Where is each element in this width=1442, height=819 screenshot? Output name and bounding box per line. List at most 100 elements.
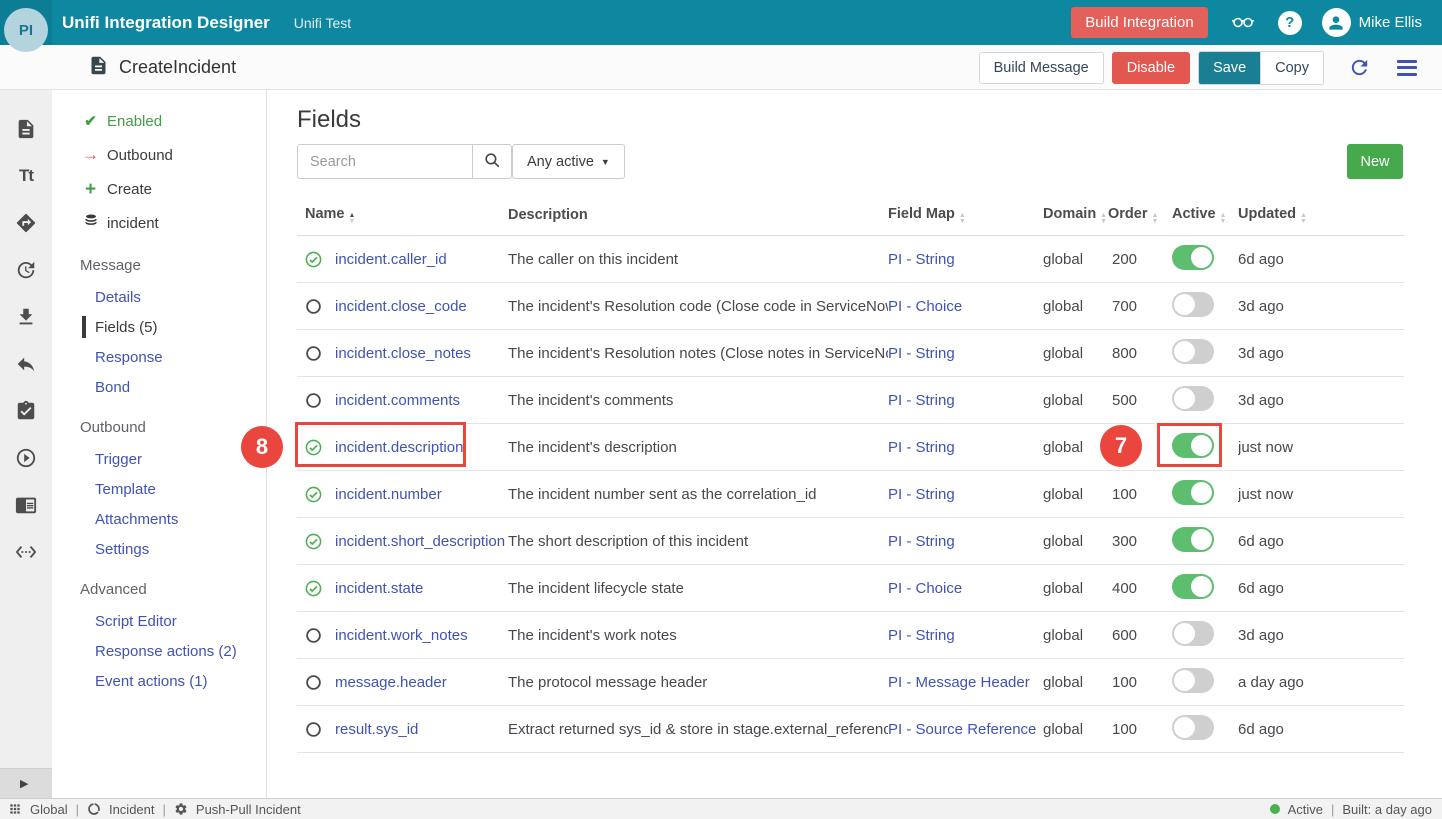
sidebar-item-incident[interactable]: incident — [52, 206, 266, 240]
active-toggle[interactable] — [1172, 245, 1214, 270]
field-description: The short description of this incident — [508, 533, 888, 550]
statusbar-process[interactable]: Incident — [109, 802, 155, 817]
field-domain: global — [1043, 392, 1108, 409]
active-toggle[interactable] — [1172, 386, 1214, 411]
column-header-updated[interactable]: Updated▲▼ — [1238, 206, 1404, 225]
field-name-link[interactable]: result.sys_id — [335, 721, 418, 738]
sidebar-item-response[interactable]: Response — [52, 342, 266, 372]
sidebar-item-details[interactable]: Details — [52, 282, 266, 312]
field-name-link[interactable]: incident.work_notes — [335, 627, 468, 644]
field-map-link[interactable]: PI - String — [888, 345, 955, 362]
sidebar-item-create[interactable]: + Create — [52, 172, 266, 206]
field-name-link[interactable]: incident.description — [335, 439, 463, 456]
sidebar-item-settings[interactable]: Settings — [52, 534, 266, 564]
field-order-value[interactable]: 400 — [1112, 580, 1137, 597]
column-header-field-map[interactable]: Field Map▲▼ — [888, 206, 1043, 225]
reply-icon[interactable] — [15, 353, 37, 375]
field-name-link[interactable]: incident.close_code — [335, 298, 467, 315]
field-name-link[interactable]: incident.caller_id — [335, 251, 447, 268]
active-toggle[interactable] — [1172, 292, 1214, 317]
field-name-link[interactable]: incident.short_description — [335, 533, 505, 550]
field-domain: global — [1043, 674, 1108, 691]
api-code-icon[interactable] — [15, 541, 37, 563]
field-order-value[interactable]: 300 — [1112, 533, 1137, 550]
sidebar-item-bond[interactable]: Bond — [52, 372, 266, 402]
active-toggle[interactable] — [1172, 480, 1214, 505]
field-order-value[interactable]: 500 — [1112, 392, 1137, 409]
preview-glasses-icon[interactable] — [1228, 8, 1258, 37]
field-map-link[interactable]: PI - String — [888, 439, 955, 456]
active-toggle[interactable] — [1172, 715, 1214, 740]
field-name-link[interactable]: incident.close_notes — [335, 345, 471, 362]
menu-icon[interactable] — [1397, 60, 1417, 76]
save-button[interactable]: Save — [1199, 52, 1260, 84]
statusbar-domain[interactable]: Global — [30, 802, 68, 817]
expand-rail-button[interactable]: ▶ — [0, 768, 52, 798]
field-order-value[interactable]: 800 — [1112, 345, 1137, 362]
field-order-value[interactable]: 700 — [1112, 298, 1137, 315]
active-toggle[interactable] — [1172, 621, 1214, 646]
new-field-button[interactable]: New — [1347, 144, 1403, 179]
active-toggle[interactable] — [1172, 574, 1214, 599]
field-order-value[interactable]: 100 — [1112, 721, 1137, 738]
active-toggle[interactable] — [1172, 339, 1214, 364]
field-name-link[interactable]: message.header — [335, 674, 447, 691]
active-toggle[interactable] — [1172, 433, 1214, 458]
tasks-clipboard-icon[interactable] — [15, 400, 37, 422]
sidebar-item-outbound[interactable]: → Outbound — [52, 138, 266, 172]
user-menu[interactable]: Mike Ellis — [1322, 8, 1422, 37]
column-header-description[interactable]: Description — [508, 207, 888, 223]
field-order-value[interactable]: 600 — [1112, 627, 1137, 644]
field-map-link[interactable]: PI - String — [888, 627, 955, 644]
sidebar-item-event-actions[interactable]: Event actions (1) — [52, 666, 266, 696]
column-header-active[interactable]: Active▲▼ — [1172, 206, 1238, 225]
run-play-icon[interactable] — [15, 447, 37, 469]
refresh-button[interactable] — [1348, 56, 1371, 79]
messages-file-icon[interactable] — [15, 118, 37, 140]
sidebar-item-fields[interactable]: Fields (5) — [52, 312, 266, 342]
build-integration-button[interactable]: Build Integration — [1071, 7, 1207, 38]
field-updated: 6d ago — [1238, 580, 1404, 597]
sidebar-item-enabled[interactable]: ✔ Enabled — [52, 104, 266, 138]
process-avatar[interactable]: PI — [4, 8, 48, 52]
field-map-link[interactable]: PI - String — [888, 392, 955, 409]
disable-button[interactable]: Disable — [1112, 52, 1190, 84]
field-map-link[interactable]: PI - Message Header — [888, 674, 1030, 691]
documentation-book-icon[interactable] — [15, 494, 37, 516]
sidebar-item-response-actions[interactable]: Response actions (2) — [52, 636, 266, 666]
build-message-button[interactable]: Build Message — [979, 52, 1104, 84]
field-updated: 3d ago — [1238, 345, 1404, 362]
column-header-name[interactable]: Name▲▼ — [297, 206, 508, 225]
directions-icon[interactable] — [15, 212, 37, 234]
download-icon[interactable] — [15, 306, 37, 328]
sidebar-item-template[interactable]: Template — [52, 474, 266, 504]
field-order-value[interactable]: 100 — [1112, 486, 1137, 503]
search-input[interactable] — [297, 144, 472, 179]
text-format-icon[interactable]: Tt — [15, 165, 37, 187]
sidebar-item-trigger[interactable]: Trigger — [52, 444, 266, 474]
active-filter-dropdown[interactable]: Any active ▼ — [512, 144, 625, 179]
active-toggle[interactable] — [1172, 668, 1214, 693]
sidebar-item-script-editor[interactable]: Script Editor — [52, 606, 266, 636]
field-updated: just now — [1238, 439, 1404, 456]
active-toggle[interactable] — [1172, 527, 1214, 552]
field-map-link[interactable]: PI - String — [888, 533, 955, 550]
sidebar-item-attachments[interactable]: Attachments — [52, 504, 266, 534]
update-history-icon[interactable] — [15, 259, 37, 281]
field-map-link[interactable]: PI - String — [888, 486, 955, 503]
column-header-domain[interactable]: Domain▲▼ — [1043, 206, 1108, 225]
statusbar-integration[interactable]: Push-Pull Incident — [196, 802, 301, 817]
field-order-value[interactable]: 100 — [1112, 674, 1137, 691]
search-button[interactable] — [472, 144, 512, 179]
help-icon[interactable]: ? — [1278, 11, 1302, 35]
column-header-order[interactable]: Order▲▼ — [1108, 206, 1172, 225]
field-order-value[interactable]: 200 — [1112, 251, 1137, 268]
copy-button[interactable]: Copy — [1260, 52, 1323, 84]
field-name-link[interactable]: incident.comments — [335, 392, 460, 409]
field-name-link[interactable]: incident.number — [335, 486, 442, 503]
field-map-link[interactable]: PI - Choice — [888, 298, 962, 315]
field-map-link[interactable]: PI - String — [888, 251, 955, 268]
field-map-link[interactable]: PI - Source Reference — [888, 721, 1036, 738]
field-name-link[interactable]: incident.state — [335, 580, 423, 597]
field-map-link[interactable]: PI - Choice — [888, 580, 962, 597]
